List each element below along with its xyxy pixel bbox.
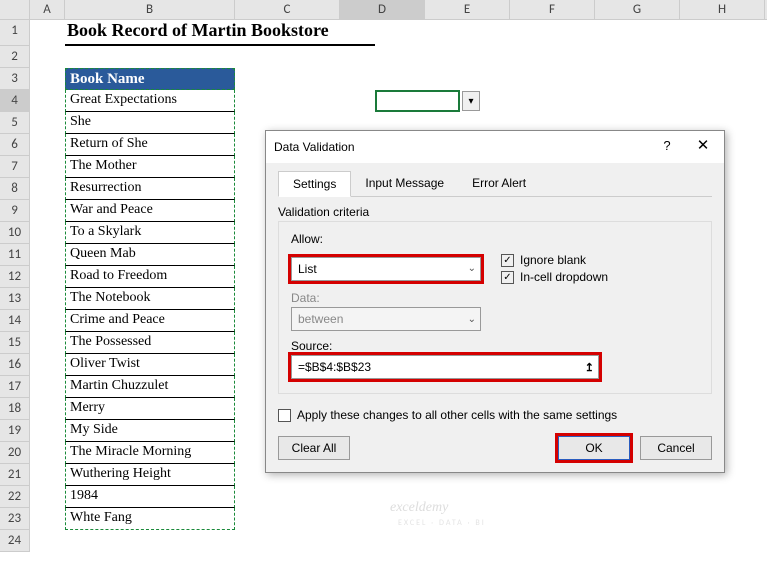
row-header-20[interactable]: 20 [0,442,30,464]
table-row[interactable]: The Miracle Morning [65,442,235,464]
col-header-D[interactable]: D [340,0,425,19]
row-header-15[interactable]: 15 [0,332,30,354]
help-button[interactable]: ? [654,137,680,157]
table-row[interactable]: 1984 [65,486,235,508]
validation-criteria-label: Validation criteria [278,205,712,219]
in-cell-dropdown-checkbox[interactable]: ✓ In-cell dropdown [501,270,608,284]
row-header-18[interactable]: 18 [0,398,30,420]
dialog-titlebar[interactable]: Data Validation ? ✕ [266,131,724,163]
column-header-row: A B C D E F G H [0,0,767,20]
select-all-corner[interactable] [0,0,30,19]
table-row[interactable]: The Notebook [65,288,235,310]
col-header-B[interactable]: B [65,0,235,19]
dialog-title: Data Validation [274,140,355,154]
row-header-22[interactable]: 22 [0,486,30,508]
row-header-23[interactable]: 23 [0,508,30,530]
apply-changes-label: Apply these changes to all other cells w… [297,408,617,422]
watermark: exceldemy [390,500,448,516]
source-label: Source: [291,339,699,353]
table-row[interactable]: Great Expectations [65,90,235,112]
table-row[interactable]: Queen Mab [65,244,235,266]
table-row[interactable]: The Mother [65,156,235,178]
selected-cell-D4[interactable] [375,90,460,112]
cell-dropdown-icon[interactable]: ▾ [462,91,480,111]
col-header-F[interactable]: F [510,0,595,19]
watermark-sub: EXCEL · DATA · BI [398,518,486,528]
row-header-19[interactable]: 19 [0,420,30,442]
clear-all-button[interactable]: Clear All [278,436,350,460]
col-header-A[interactable]: A [30,0,65,19]
row-header-21[interactable]: 21 [0,464,30,486]
table-row[interactable]: Return of She [65,134,235,156]
cancel-button[interactable]: Cancel [640,436,712,460]
data-validation-dialog: Data Validation ? ✕ Settings Input Messa… [265,130,725,473]
row-header-3[interactable]: 3 [0,68,30,90]
row-header-16[interactable]: 16 [0,354,30,376]
row-header-7[interactable]: 7 [0,156,30,178]
tab-strip: Settings Input Message Error Alert [278,171,712,197]
table-row[interactable]: Martin Chuzzulet [65,376,235,398]
row-header-13[interactable]: 13 [0,288,30,310]
table-row[interactable]: Resurrection [65,178,235,200]
source-input[interactable]: =$B$4:$B$23 ↥ [291,355,599,379]
table-row[interactable]: Crime and Peace [65,310,235,332]
row-header-4[interactable]: 4 [0,90,30,112]
row-header-5[interactable]: 5 [0,112,30,134]
allow-label: Allow: [291,232,699,246]
allow-value: List [298,262,317,276]
range-selector-icon[interactable]: ↥ [585,361,594,374]
row-header-10[interactable]: 10 [0,222,30,244]
row-header-column: 1 2 3 4 5 6 7 8 9 10 11 12 13 14 15 16 1… [0,20,30,552]
tab-settings[interactable]: Settings [278,171,351,197]
col-header-H[interactable]: H [680,0,765,19]
table-row[interactable]: She [65,112,235,134]
col-header-E[interactable]: E [425,0,510,19]
tab-input-message[interactable]: Input Message [351,171,458,196]
page-title: Book Record of Martin Bookstore [65,20,375,46]
row-header-1[interactable]: 1 [0,20,30,46]
chevron-down-icon: ⌄ [468,314,476,325]
table-row[interactable]: To a Skylark [65,222,235,244]
row-header-11[interactable]: 11 [0,244,30,266]
row-header-14[interactable]: 14 [0,310,30,332]
data-label: Data: [291,291,699,305]
ignore-blank-label: Ignore blank [520,253,586,267]
tab-error-alert[interactable]: Error Alert [458,171,540,196]
row-header-9[interactable]: 9 [0,200,30,222]
ignore-blank-checkbox[interactable]: ✓ Ignore blank [501,253,608,267]
chevron-down-icon: ⌄ [468,263,476,274]
close-button[interactable]: ✕ [690,137,716,157]
checkbox-unchecked-icon [278,409,291,422]
table-row[interactable]: My Side [65,420,235,442]
row-header-2[interactable]: 2 [0,46,30,68]
row-header-8[interactable]: 8 [0,178,30,200]
row-header-24[interactable]: 24 [0,530,30,552]
in-cell-dropdown-label: In-cell dropdown [520,270,608,284]
table-row[interactable]: War and Peace [65,200,235,222]
data-value: between [298,312,343,326]
allow-dropdown[interactable]: List ⌄ [291,257,481,281]
checkbox-checked-icon: ✓ [501,271,514,284]
row-header-12[interactable]: 12 [0,266,30,288]
criteria-group: Allow: List ⌄ ✓ Ignore blank ✓ In-cell d… [278,221,712,394]
table-header-book-name[interactable]: Book Name [65,68,235,90]
table-row[interactable]: Oliver Twist [65,354,235,376]
data-dropdown: between ⌄ [291,307,481,331]
row-header-17[interactable]: 17 [0,376,30,398]
table-row[interactable]: Merry [65,398,235,420]
row-header-6[interactable]: 6 [0,134,30,156]
table-row[interactable]: Road to Freedom [65,266,235,288]
col-header-C[interactable]: C [235,0,340,19]
apply-changes-checkbox[interactable]: Apply these changes to all other cells w… [278,408,712,422]
col-header-G[interactable]: G [595,0,680,19]
checkbox-checked-icon: ✓ [501,254,514,267]
table-row[interactable]: Wuthering Height [65,464,235,486]
table-row[interactable]: Whte Fang [65,508,235,530]
table-row[interactable]: The Possessed [65,332,235,354]
source-value: =$B$4:$B$23 [298,360,371,374]
ok-button[interactable]: OK [558,436,630,460]
